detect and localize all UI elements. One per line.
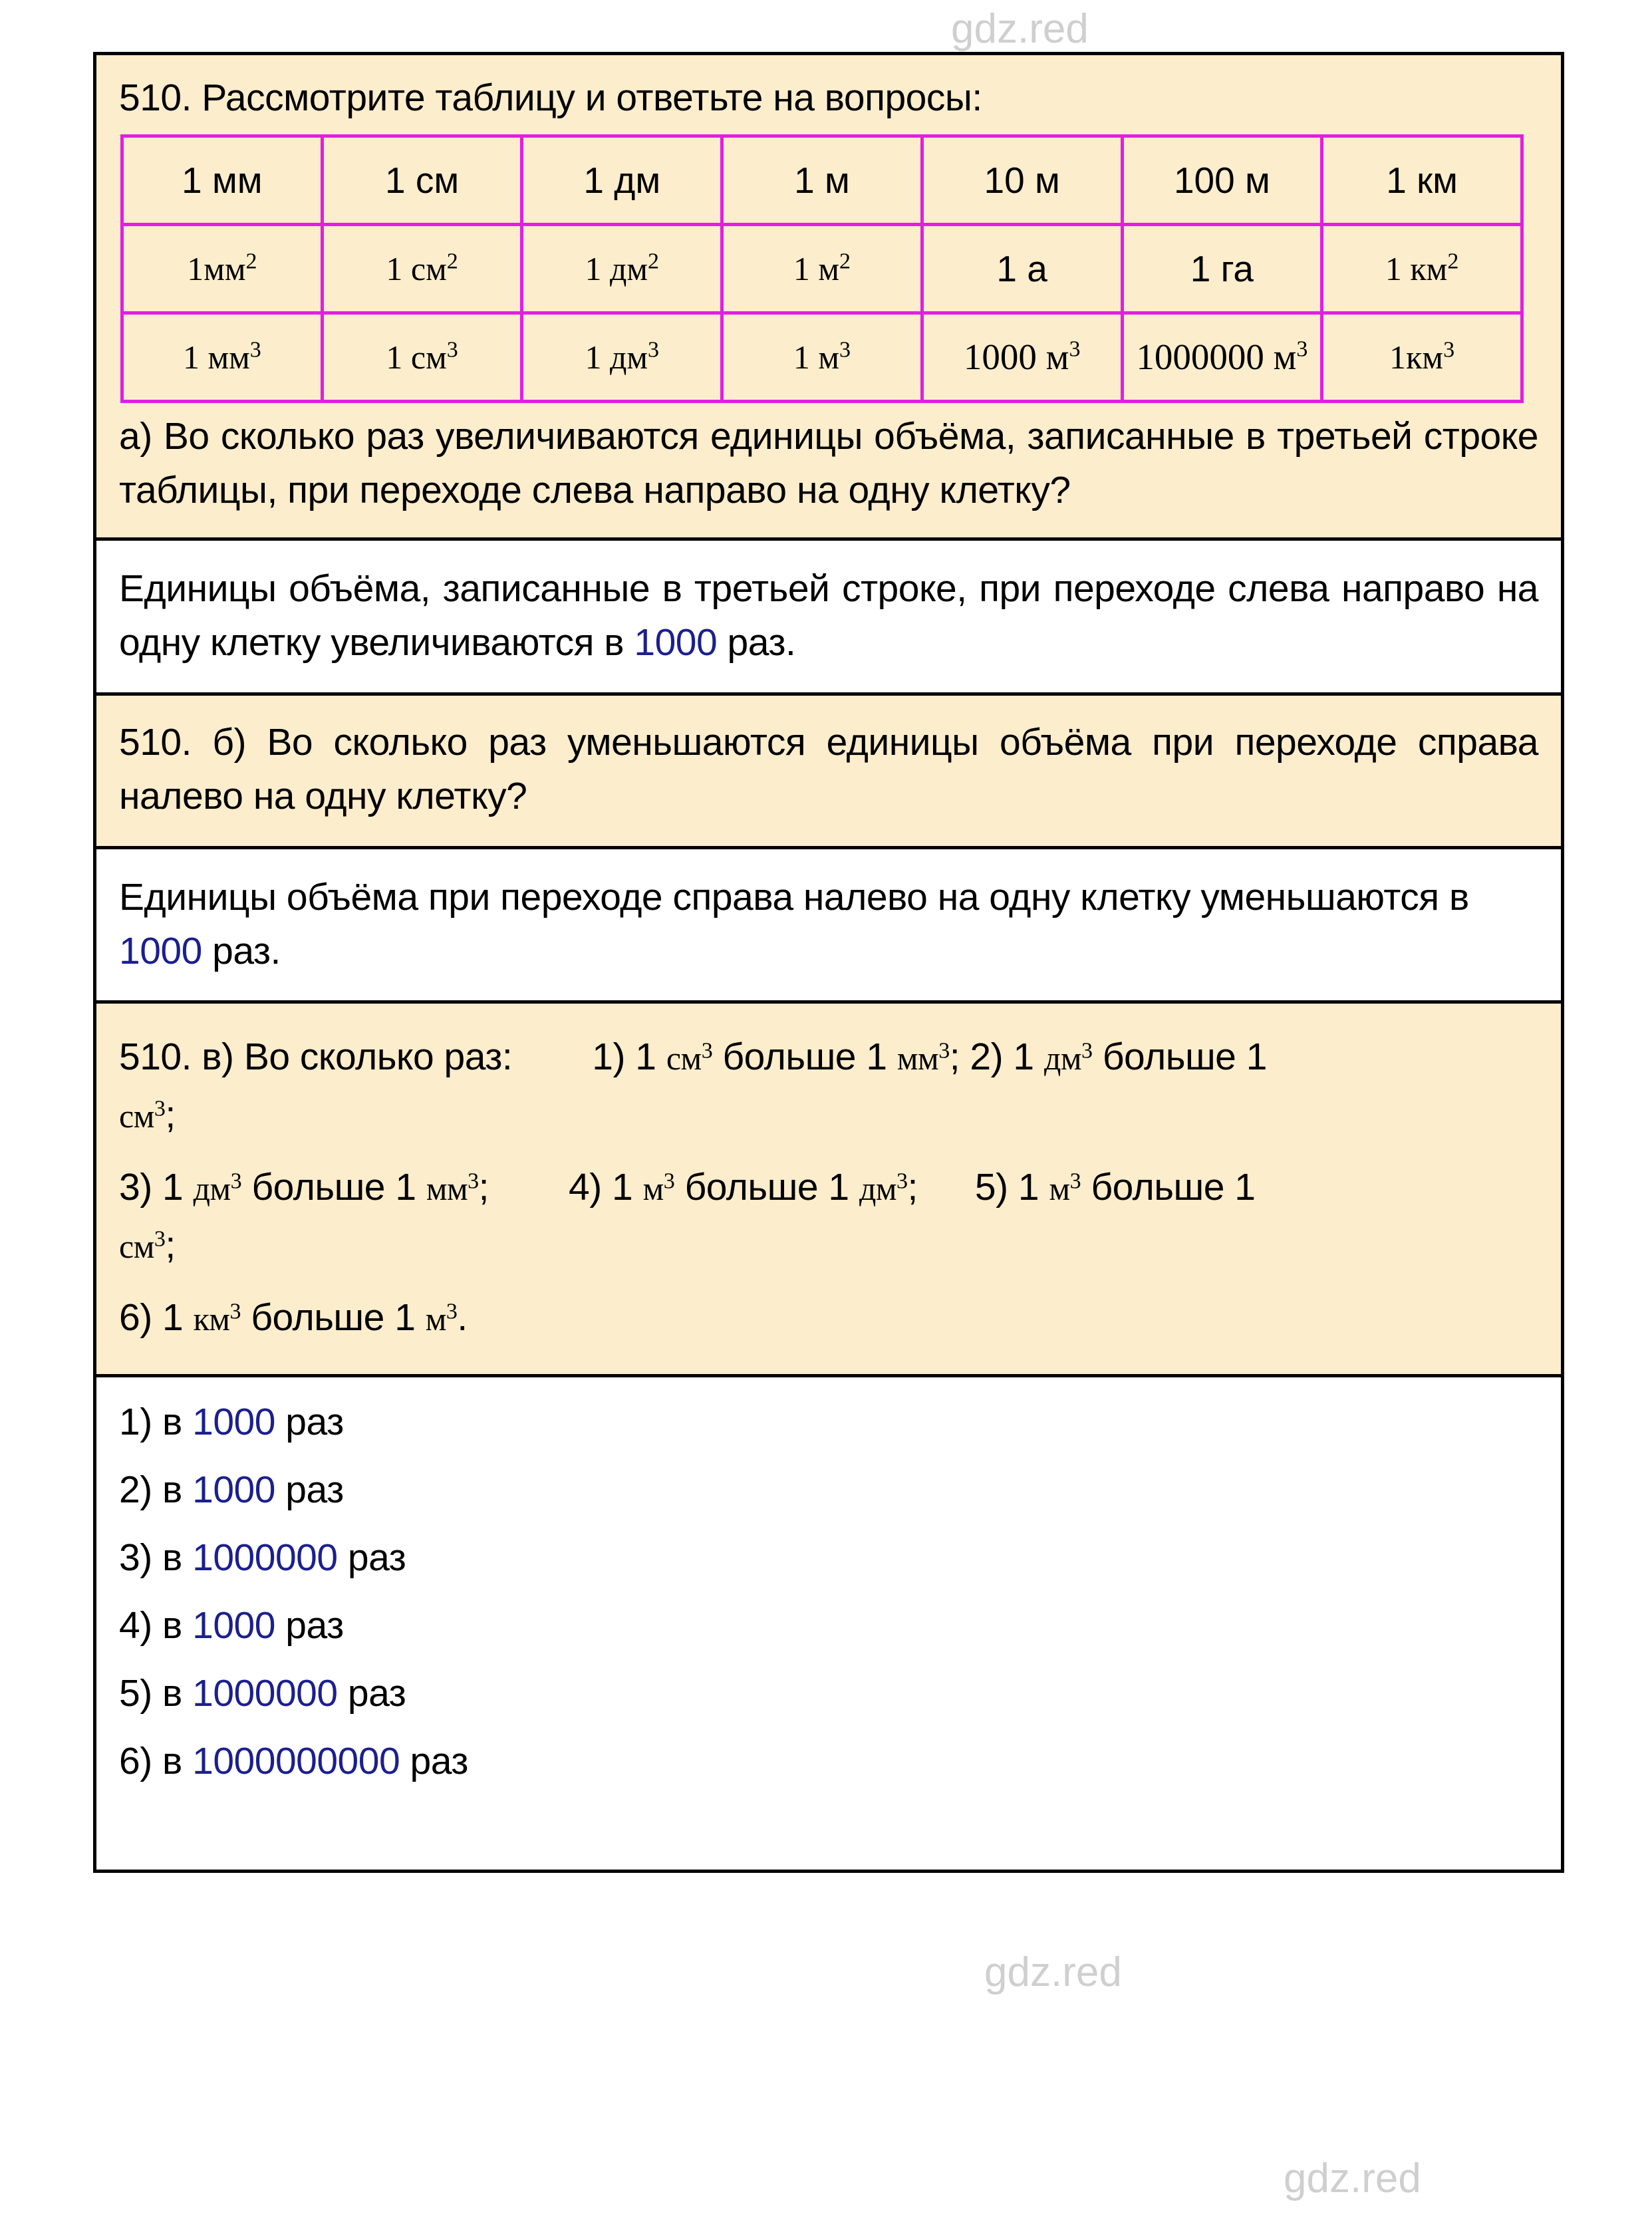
table-cell: 1 м3 bbox=[720, 311, 924, 403]
task-c-item-5: 5) 1 м3 больше 1 bbox=[974, 1166, 1256, 1209]
answer-c-row: 3) в 1000000 раз bbox=[119, 1536, 406, 1580]
task-c-item-2: 2) 1 дм3 больше 1 bbox=[970, 1036, 1267, 1079]
answer-c-row: 1) в 1000 раз bbox=[119, 1401, 344, 1444]
table-cell: 10 м bbox=[920, 134, 1124, 226]
answer-b-part2: раз. bbox=[202, 929, 281, 972]
watermark: gdz.red bbox=[1284, 2156, 1421, 2201]
task-block-b: 510. б) Во сколько раз уменьшаются едини… bbox=[96, 695, 1561, 849]
answer-b-value: 1000 bbox=[119, 929, 202, 972]
task-c-lead: 510. в) Во сколько раз: bbox=[119, 1036, 513, 1079]
answer-c-row: 4) в 1000 раз bbox=[119, 1604, 344, 1647]
table-row-length: 1 мм 1 см 1 дм 1 м 10 м 100 м 1 км bbox=[120, 134, 1524, 226]
task-block-c: 510. в) Во сколько раз: 1) 1 см3 больше 1… bbox=[96, 1004, 1561, 1378]
task-c-item-3: 3) 1 дм3 больше 1 мм3; bbox=[119, 1166, 489, 1209]
watermark: gdz.red bbox=[951, 6, 1089, 52]
table-cell: 1 м bbox=[720, 134, 924, 226]
table-cell: 1 га bbox=[1120, 222, 1324, 315]
answer-block-b: Единицы объёма при переходе справа налев… bbox=[96, 849, 1561, 1004]
table-cell: 1 дм bbox=[520, 134, 724, 226]
answer-block-a: Единицы объёма, записанные в третьей стр… bbox=[96, 540, 1561, 696]
task-c-line-1: 510. в) Во сколько раз: 1) 1 см3 больше 1… bbox=[119, 1030, 1538, 1084]
answer-a-value: 1000 bbox=[634, 621, 718, 664]
task-c-item-5-tail: см3; bbox=[119, 1224, 176, 1267]
table-cell: 1 дм3 bbox=[520, 311, 724, 403]
task-block-a: 510. Рассмотрите таблицу и ответьте на в… bbox=[96, 55, 1561, 541]
answer-text-a: Единицы объёма, записанные в третьей стр… bbox=[119, 562, 1539, 670]
table-cell: 1 м2 bbox=[720, 222, 924, 315]
table-cell: 1 мм bbox=[120, 134, 324, 226]
table-cell: 1000000 м3 bbox=[1120, 311, 1324, 403]
answer-text-b: Единицы объёма при переходе справа налев… bbox=[119, 871, 1538, 978]
table-cell: 1мм2 bbox=[120, 222, 324, 315]
exercise-sheet: 510. Рассмотрите таблицу и ответьте на в… bbox=[93, 52, 1564, 1874]
watermark: gdz.red bbox=[984, 1949, 1122, 1995]
answer-c-row: 2) в 1000 раз bbox=[119, 1468, 344, 1512]
answer-c-row: 6) в 1000000000 раз bbox=[119, 1740, 468, 1783]
table-cell: 1 дм2 bbox=[520, 222, 724, 315]
answer-a-part2: раз. bbox=[717, 621, 796, 664]
table-cell: 1 а bbox=[920, 222, 1124, 315]
answer-a-part1: Единицы объёма, записанные в третьей стр… bbox=[119, 567, 1539, 664]
task-c-item-4: 4) 1 м3 больше 1 дм3; bbox=[569, 1166, 918, 1209]
table-cell: 1 мм3 bbox=[120, 311, 324, 403]
answer-c-row: 5) в 1000000 раз bbox=[119, 1672, 406, 1715]
table-cell: 1 км bbox=[1320, 134, 1524, 226]
task-question-a: а) Во сколько раз увеличиваются единицы … bbox=[119, 414, 1539, 511]
table-row-area: 1мм2 1 см2 1 дм2 1 м2 1 а 1 га 1 км2 bbox=[120, 222, 1524, 315]
task-question-b: 510. б) Во сколько раз уменьшаются едини… bbox=[119, 720, 1539, 817]
units-table: 1 мм 1 см 1 дм 1 м 10 м 100 м 1 км 1мм2 … bbox=[120, 134, 1524, 403]
table-cell: 1 см bbox=[320, 134, 524, 226]
task-c-item-1: 1) 1 см3 больше 1 мм3; bbox=[592, 1036, 960, 1079]
answer-b-part1: Единицы объёма при переходе справа налев… bbox=[119, 875, 1469, 918]
task-c-line-2: 3) 1 дм3 больше 1 мм3; 4) 1 м3 больше 1 д… bbox=[119, 1161, 1538, 1214]
table-cell: 1 см3 bbox=[320, 311, 524, 403]
table-cell: 1 км2 bbox=[1320, 222, 1524, 315]
task-c-item-6: 6) 1 км3 больше 1 м3. bbox=[119, 1296, 468, 1339]
task-c-item-2-tail: см3; bbox=[119, 1093, 176, 1137]
table-cell: 1км3 bbox=[1320, 311, 1524, 403]
table-cell: 100 м bbox=[1120, 134, 1324, 226]
table-cell: 1 см2 bbox=[320, 222, 524, 315]
table-row-volume: 1 мм3 1 см3 1 дм3 1 м3 1000 м3 1000000 м… bbox=[120, 311, 1524, 403]
task-title: 510. Рассмотрите таблицу и ответьте на в… bbox=[119, 76, 982, 119]
answer-block-c: 1) в 1000 раз 2) в 1000 раз 3) в 1000000… bbox=[96, 1377, 1561, 1870]
table-cell: 1000 м3 bbox=[920, 311, 1124, 403]
